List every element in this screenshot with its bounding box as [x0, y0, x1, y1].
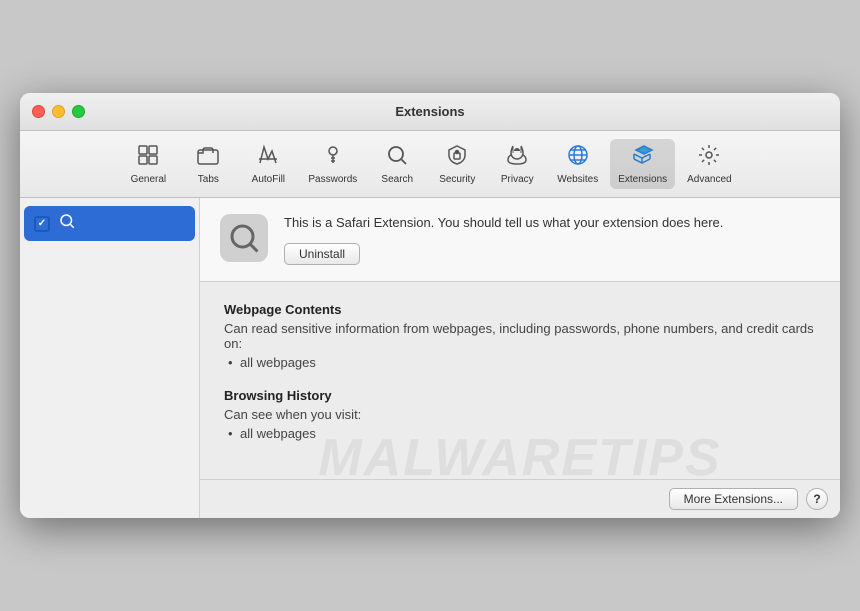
autofill-icon — [256, 143, 280, 171]
toolbar-item-search[interactable]: Search — [369, 139, 425, 189]
traffic-lights — [32, 105, 85, 118]
browsing-history-group: Browsing History Can see when you visit:… — [224, 388, 816, 441]
sidebar-ext-icon — [58, 212, 76, 235]
permissions-section: Webpage Contents Can read sensitive info… — [200, 282, 840, 479]
advanced-icon — [697, 143, 721, 171]
extensions-label: Extensions — [618, 174, 667, 185]
main-panel: MALWARETIPS This is a Safari Extension. … — [200, 198, 840, 517]
webpage-contents-desc: Can read sensitive information from webp… — [224, 321, 816, 351]
titlebar: Extensions — [20, 93, 840, 131]
search-label: Search — [381, 174, 413, 185]
window-title: Extensions — [395, 104, 464, 119]
passwords-icon — [321, 143, 345, 171]
autofill-label: AutoFill — [252, 174, 285, 185]
browsing-history-title: Browsing History — [224, 388, 816, 403]
privacy-icon — [505, 143, 529, 171]
toolbar-item-advanced[interactable]: Advanced — [679, 139, 739, 189]
help-button[interactable]: ? — [806, 488, 828, 510]
general-label: General — [131, 174, 167, 185]
websites-label: Websites — [557, 174, 598, 185]
toolbar-item-privacy[interactable]: Privacy — [489, 139, 545, 189]
search-icon — [385, 143, 409, 171]
general-icon — [136, 143, 160, 171]
toolbar-item-extensions[interactable]: Extensions — [610, 139, 675, 189]
browsing-history-desc: Can see when you visit: — [224, 407, 816, 422]
maximize-button[interactable] — [72, 105, 85, 118]
tabs-label: Tabs — [198, 174, 219, 185]
security-icon — [445, 143, 469, 171]
minimize-button[interactable] — [52, 105, 65, 118]
webpage-contents-group: Webpage Contents Can read sensitive info… — [224, 302, 816, 370]
extension-description: This is a Safari Extension. You should t… — [284, 214, 820, 264]
toolbar-item-general[interactable]: General — [120, 139, 176, 189]
safari-preferences-window: Extensions General Tabs — [20, 93, 840, 517]
extension-desc-text: This is a Safari Extension. You should t… — [284, 214, 820, 232]
toolbar-item-websites[interactable]: Websites — [549, 139, 606, 189]
browsing-history-item: all webpages — [240, 426, 816, 441]
webpage-contents-list: all webpages — [224, 355, 816, 370]
webpage-contents-item: all webpages — [240, 355, 816, 370]
security-label: Security — [439, 174, 475, 185]
tabs-icon — [196, 143, 220, 171]
extensions-icon — [631, 143, 655, 171]
toolbar-item-tabs[interactable]: Tabs — [180, 139, 236, 189]
uninstall-button[interactable]: Uninstall — [284, 243, 360, 265]
toolbar: General Tabs AutoFill — [20, 131, 840, 198]
extension-icon-large — [220, 214, 268, 262]
toolbar-item-security[interactable]: Security — [429, 139, 485, 189]
advanced-label: Advanced — [687, 174, 731, 185]
extension-info: This is a Safari Extension. You should t… — [200, 198, 840, 281]
privacy-label: Privacy — [501, 174, 534, 185]
content-area: MALWARETIPS This is a Safari Extension. … — [20, 198, 840, 517]
websites-icon — [566, 143, 590, 171]
more-extensions-button[interactable]: More Extensions... — [669, 488, 798, 510]
toolbar-item-autofill[interactable]: AutoFill — [240, 139, 296, 189]
webpage-contents-title: Webpage Contents — [224, 302, 816, 317]
extension-checkbox[interactable] — [34, 216, 50, 232]
passwords-label: Passwords — [308, 174, 357, 185]
bottom-bar: More Extensions... ? — [200, 479, 840, 518]
toolbar-item-passwords[interactable]: Passwords — [300, 139, 365, 189]
close-button[interactable] — [32, 105, 45, 118]
sidebar-item-search-ext[interactable] — [24, 206, 195, 241]
sidebar — [20, 198, 200, 517]
browsing-history-list: all webpages — [224, 426, 816, 441]
